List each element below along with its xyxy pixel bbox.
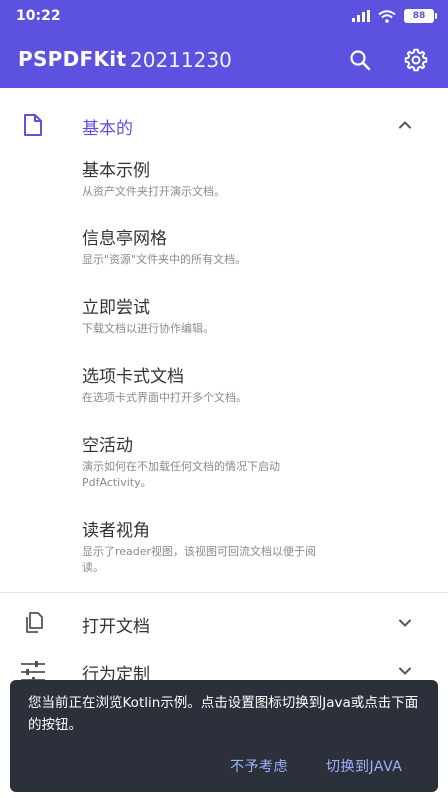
document-icon xyxy=(20,112,46,138)
battery-icon: 88 xyxy=(404,9,437,23)
section-basic-header[interactable]: 基本的 xyxy=(0,88,448,162)
search-icon xyxy=(350,50,371,71)
item-subtitle-continued: PdfActivity。 xyxy=(82,476,152,489)
list-item-reader-view[interactable]: 读者视角 显示了reader视图，该视图可回流文档以便于阅 读。 xyxy=(82,520,382,576)
settings-button[interactable] xyxy=(400,44,432,76)
chevron-up-icon xyxy=(399,121,411,129)
item-subtitle: 在选项卡式界面中打开多个文档。 xyxy=(82,391,247,404)
list-item-basic-example[interactable]: 基本示例 从资产文件夹打开演示文档。 xyxy=(82,160,382,200)
item-subtitle: 演示如何在不加载任何文档的情况下启动 xyxy=(82,460,280,473)
section-basic-label: 基本的 xyxy=(82,119,133,139)
list-item-try-now[interactable]: 立即尝试 下载文档以进行协作编辑。 xyxy=(82,297,382,337)
item-title: 立即尝试 xyxy=(82,298,150,318)
snackbar: 您当前正在浏览Kotlin示例。点击设置图标切换到Java或点击下面的按钮。 不… xyxy=(10,680,438,792)
app-title: PSPDFKit xyxy=(18,47,127,71)
section-open-label: 打开文档 xyxy=(82,617,150,637)
snackbar-message: 您当前正在浏览Kotlin示例。点击设置图标切换到Java或点击下面的按钮。 xyxy=(28,695,419,733)
item-title: 基本示例 xyxy=(82,161,150,181)
list-item-empty-activity[interactable]: 空活动 演示如何在不加载任何文档的情况下启动 PdfActivity。 xyxy=(82,435,382,491)
dismiss-button[interactable]: 不予考虑 xyxy=(230,756,288,776)
item-title: 空活动 xyxy=(82,436,133,456)
status-bar: 10:22 88 xyxy=(0,0,448,32)
gear-icon xyxy=(404,48,428,72)
item-subtitle: 下载文档以进行协作编辑。 xyxy=(82,322,214,335)
item-title: 信息亭网格 xyxy=(82,229,167,249)
switch-to-java-button[interactable]: 切换到JAVA xyxy=(326,756,402,776)
item-subtitle: 显示了reader视图，该视图可回流文档以便于阅 xyxy=(82,545,317,558)
item-title: 选项卡式文档 xyxy=(82,367,184,387)
chevron-down-icon xyxy=(399,667,411,675)
app-bar: PSPDFKit 20211230 xyxy=(0,32,448,88)
status-icons: 88 xyxy=(352,8,437,24)
item-subtitle: 显示"资源"文件夹中的所有文档。 xyxy=(82,253,247,266)
item-subtitle-continued: 读。 xyxy=(82,561,104,574)
status-time: 10:22 xyxy=(16,8,61,24)
chevron-down-icon xyxy=(399,619,411,627)
section-open-header[interactable]: 打开文档 xyxy=(0,593,448,653)
wifi-icon xyxy=(378,9,396,23)
list-item-tabbed-documents[interactable]: 选项卡式文档 在选项卡式界面中打开多个文档。 xyxy=(82,366,382,406)
search-button[interactable] xyxy=(344,44,376,76)
documents-icon xyxy=(20,610,46,636)
item-subtitle: 从资产文件夹打开演示文档。 xyxy=(82,185,225,198)
signal-icon xyxy=(352,10,370,22)
list-item-kiosk-grid[interactable]: 信息亭网格 显示"资源"文件夹中的所有文档。 xyxy=(82,228,382,268)
app-version: 20211230 xyxy=(130,48,232,72)
item-title: 读者视角 xyxy=(82,521,150,541)
